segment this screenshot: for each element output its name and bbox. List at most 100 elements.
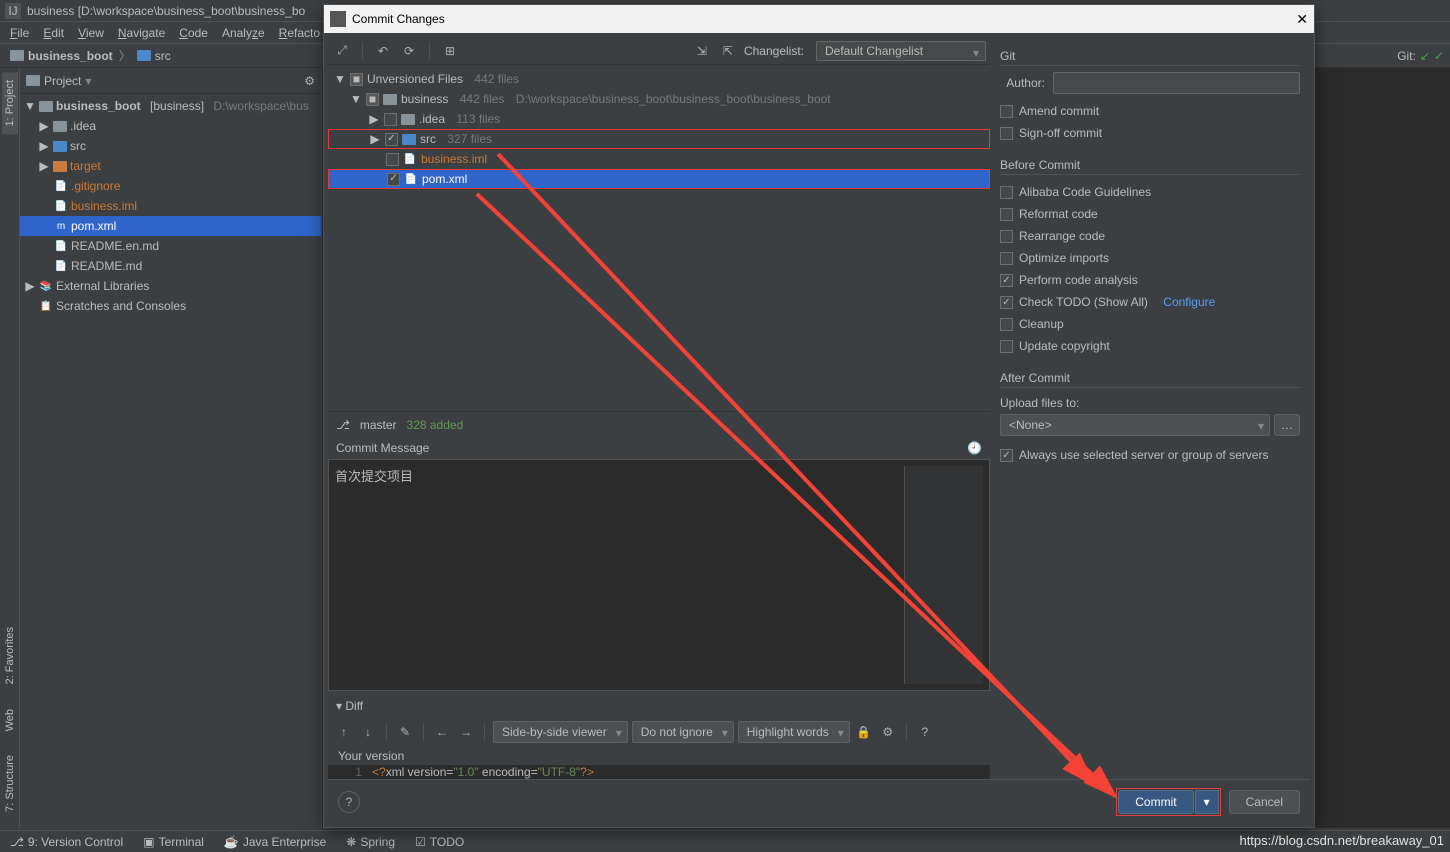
src-node[interactable]: ▶src 327 files: [328, 129, 990, 149]
upload-browse-button[interactable]: …: [1274, 414, 1300, 436]
changes-tree[interactable]: ▼■Unversioned Files 442 files ▼■business…: [328, 65, 990, 193]
checkbox[interactable]: [1000, 230, 1013, 243]
group-icon[interactable]: ⊞: [440, 41, 460, 61]
checkbox[interactable]: [1000, 186, 1013, 199]
upload-select[interactable]: <None>▾: [1000, 414, 1270, 436]
reformat-row[interactable]: Reformat code: [1000, 203, 1300, 225]
idea-node[interactable]: ▶.idea 113 files: [328, 109, 990, 129]
bottom-todo[interactable]: ☑ TODO: [411, 835, 468, 849]
viewer-select[interactable]: Side-by-side viewer▾: [493, 721, 628, 743]
cancel-button[interactable]: Cancel: [1229, 790, 1300, 814]
menu-code[interactable]: Code: [173, 24, 214, 42]
menu-refactor[interactable]: Refacto: [273, 24, 326, 42]
checkbox[interactable]: [1000, 105, 1013, 118]
tree-readme-en[interactable]: 📄README.en.md: [20, 236, 321, 256]
tree-iml[interactable]: 📄business.iml: [20, 196, 321, 216]
checkbox[interactable]: [1000, 208, 1013, 221]
help-button[interactable]: ?: [338, 791, 360, 813]
todo-configure-link[interactable]: Configure: [1163, 295, 1215, 309]
tree-target[interactable]: ▶target: [20, 156, 321, 176]
checkbox[interactable]: [1000, 296, 1013, 309]
todo-row[interactable]: Check TODO (Show All) Configure: [1000, 291, 1300, 313]
next-diff-icon[interactable]: ↓: [358, 722, 378, 742]
git-pull-icon[interactable]: ↙: [1420, 49, 1430, 63]
close-icon[interactable]: ✕: [1296, 11, 1308, 28]
commit-msg-label: Commit Message: [336, 441, 429, 455]
git-push-icon[interactable]: ✓: [1434, 49, 1444, 63]
gear-icon[interactable]: ⚙: [304, 74, 315, 88]
pom-node[interactable]: 📄pom.xml: [328, 169, 990, 189]
menu-navigate[interactable]: Navigate: [112, 24, 171, 42]
tree-pom[interactable]: mpom.xml: [20, 216, 321, 236]
crumb-src[interactable]: src: [133, 49, 175, 63]
commit-dropdown[interactable]: ▾: [1195, 790, 1219, 814]
checkbox[interactable]: [387, 173, 400, 186]
alibaba-row[interactable]: Alibaba Code Guidelines: [1000, 181, 1300, 203]
author-input[interactable]: [1053, 72, 1300, 94]
crumb-root[interactable]: business_boot: [6, 49, 117, 63]
signoff-row[interactable]: Sign-off commit: [1000, 122, 1300, 144]
menu-view[interactable]: View: [72, 24, 110, 42]
menu-analyze[interactable]: Analyze: [216, 24, 271, 42]
bottom-vc[interactable]: ⎇ 9: Version Control: [6, 835, 127, 849]
collapse-icon[interactable]: ⇱: [718, 41, 738, 61]
commit-message-input[interactable]: 首次提交项目: [335, 466, 905, 684]
ignore-select[interactable]: Do not ignore▾: [632, 721, 734, 743]
highlight-select[interactable]: Highlight words▾: [738, 721, 850, 743]
checkbox[interactable]: [1000, 449, 1013, 462]
tree-src[interactable]: ▶src: [20, 136, 321, 156]
menu-edit[interactable]: Edit: [37, 24, 70, 42]
business-node[interactable]: ▼■business 442 files D:\workspace\busine…: [328, 89, 990, 109]
rearrange-row[interactable]: Rearrange code: [1000, 225, 1300, 247]
prev-diff-icon[interactable]: ↑: [334, 722, 354, 742]
show-diff-icon[interactable]: ⤢: [332, 41, 352, 61]
changelist-select[interactable]: Default Changelist▾: [816, 41, 986, 61]
menu-file[interactable]: File: [4, 24, 35, 42]
checkbox[interactable]: [1000, 274, 1013, 287]
tree-idea[interactable]: ▶.idea: [20, 116, 321, 136]
project-tree[interactable]: ▼business_boot [business] D:\workspace\b…: [20, 94, 321, 318]
bottom-terminal[interactable]: ▣ Terminal: [139, 835, 208, 849]
refresh-icon[interactable]: ⟳: [399, 41, 419, 61]
always-row[interactable]: Always use selected server or group of s…: [1000, 444, 1300, 466]
rollback-icon[interactable]: ↶: [373, 41, 393, 61]
unversioned-node[interactable]: ▼■Unversioned Files 442 files: [328, 69, 990, 89]
tab-structure[interactable]: 7: Structure: [2, 747, 18, 820]
bottom-spring[interactable]: ❋ Spring: [342, 835, 399, 849]
diff-header[interactable]: ▾ Diff: [328, 695, 990, 717]
checkbox[interactable]: [1000, 340, 1013, 353]
checkbox[interactable]: [1000, 318, 1013, 331]
expand-icon[interactable]: ⇲: [692, 41, 712, 61]
cleanup-row[interactable]: Cleanup: [1000, 313, 1300, 335]
help-icon[interactable]: ?: [915, 722, 935, 742]
bottom-java[interactable]: ☕ Java Enterprise: [220, 835, 330, 849]
tab-favorites[interactable]: 2: Favorites: [2, 619, 18, 692]
tree-ext-lib[interactable]: ▶📚External Libraries: [20, 276, 321, 296]
tab-web[interactable]: Web: [2, 701, 18, 739]
commit-button[interactable]: Commit: [1118, 790, 1193, 814]
chevron-down-icon[interactable]: ▾: [85, 74, 91, 88]
edit-icon[interactable]: ✎: [395, 722, 415, 742]
perform-row[interactable]: Perform code analysis: [1000, 269, 1300, 291]
tree-scratch[interactable]: 📋Scratches and Consoles: [20, 296, 321, 316]
history-icon[interactable]: 🕘: [967, 441, 982, 455]
checkbox[interactable]: [386, 153, 399, 166]
tree-readme[interactable]: 📄README.md: [20, 256, 321, 276]
checkbox[interactable]: [1000, 252, 1013, 265]
checkbox[interactable]: ■: [366, 93, 379, 106]
amend-row[interactable]: Amend commit: [1000, 100, 1300, 122]
tree-root[interactable]: ▼business_boot [business] D:\workspace\b…: [20, 96, 321, 116]
optimize-row[interactable]: Optimize imports: [1000, 247, 1300, 269]
checkbox[interactable]: [384, 113, 397, 126]
checkbox[interactable]: [385, 133, 398, 146]
checkbox[interactable]: [1000, 127, 1013, 140]
checkbox[interactable]: ■: [350, 73, 363, 86]
iml-node[interactable]: 📄business.iml: [328, 149, 990, 169]
gear-icon[interactable]: ⚙: [878, 722, 898, 742]
prev-file-icon[interactable]: ←: [432, 722, 452, 742]
next-file-icon[interactable]: →: [456, 722, 476, 742]
lock-icon[interactable]: 🔒: [854, 722, 874, 742]
copyright-row[interactable]: Update copyright: [1000, 335, 1300, 357]
tab-project[interactable]: 1: Project: [2, 72, 18, 134]
tree-gitignore[interactable]: 📄.gitignore: [20, 176, 321, 196]
